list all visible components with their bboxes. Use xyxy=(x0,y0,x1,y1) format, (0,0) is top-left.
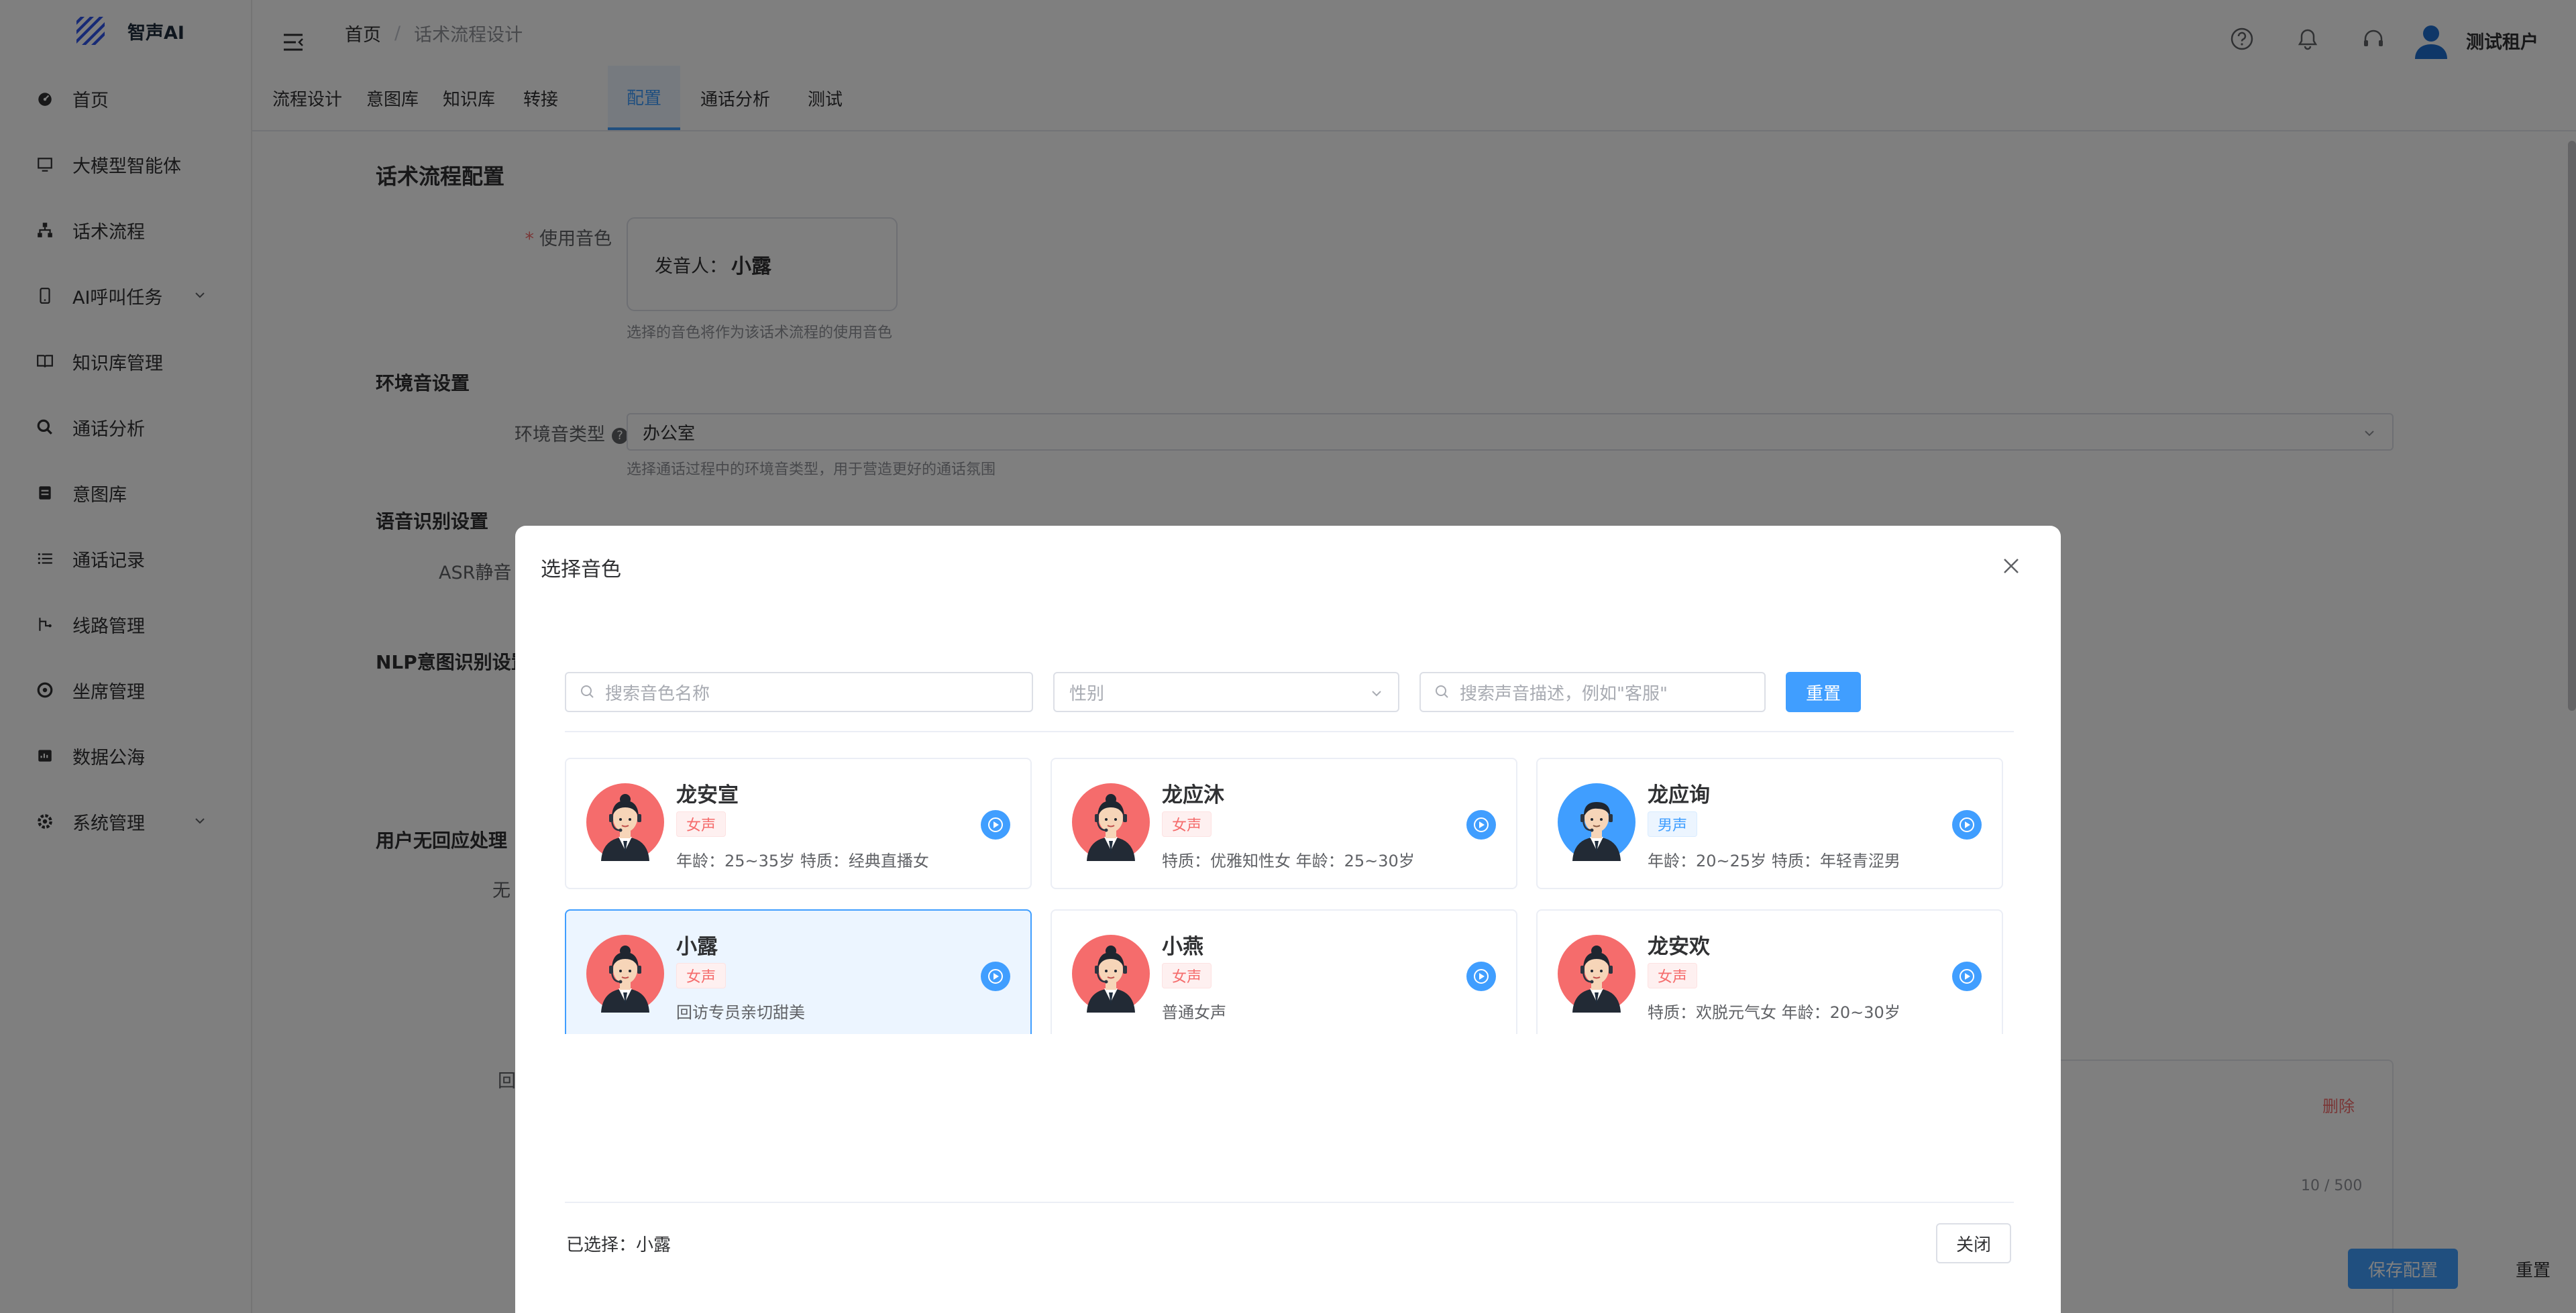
gender-tag: 男声 xyxy=(1648,811,1698,837)
voice-desc-placeholder: 搜索声音描述，例如"客服" xyxy=(1460,683,1668,704)
female-agent-avatar-icon xyxy=(1558,935,1635,1013)
voice-card[interactable]: 龙安宣女声年龄：25~35岁 特质：经典直播女 xyxy=(565,758,1032,889)
female-agent-avatar-icon xyxy=(1072,935,1150,1013)
voice-card-grid: 龙安昀男声特质：居家暖男 年龄：30~35岁龙应桃女声年龄：25~30岁 特质：… xyxy=(565,758,2008,1034)
gender-tag: 女声 xyxy=(1162,811,1212,837)
selected-voice-text: 已选择：小露 xyxy=(566,1231,671,1256)
divider xyxy=(565,731,2014,732)
voice-description: 年龄：25~35岁 特质：经典直播女 xyxy=(676,852,929,870)
voice-card[interactable]: 小露女声回访专员亲切甜美 xyxy=(565,909,1032,1034)
play-icon[interactable] xyxy=(1952,810,1982,840)
search-icon xyxy=(1436,685,1448,698)
chevron-down-icon xyxy=(1372,691,1381,697)
gender-select[interactable]: 性别 xyxy=(1053,672,1399,712)
voice-description: 年龄：20~25岁 特质：年轻青涩男 xyxy=(1648,852,1900,870)
search-icon xyxy=(581,685,594,698)
voice-card[interactable]: 龙安欢女声特质：欢脱元气女 年龄：20~30岁 xyxy=(1536,909,2003,1034)
gender-tag: 女声 xyxy=(1648,963,1698,988)
female-agent-avatar-icon xyxy=(586,783,664,861)
close-icon[interactable] xyxy=(2000,555,2022,577)
play-icon[interactable] xyxy=(981,962,1010,991)
voice-card[interactable]: 龙应沐女声特质：优雅知性女 年龄：25~30岁 xyxy=(1051,758,1517,889)
voice-desc-search-input[interactable]: 搜索声音描述，例如"客服" xyxy=(1419,672,1766,712)
voice-name: 龙应沐 xyxy=(1162,783,1224,807)
gender-tag: 女声 xyxy=(676,811,727,837)
male-agent-avatar-icon xyxy=(1558,783,1635,861)
voice-name: 小燕 xyxy=(1162,935,1203,959)
reset-filter-button[interactable]: 重置 xyxy=(1786,672,1861,712)
female-agent-avatar-icon xyxy=(1072,783,1150,861)
play-icon[interactable] xyxy=(1952,962,1982,991)
voice-description: 特质：优雅知性女 年龄：25~30岁 xyxy=(1162,852,1415,870)
voice-description: 特质：欢脱元气女 年龄：20~30岁 xyxy=(1648,1003,1900,1022)
voice-card[interactable]: 小燕 女声 普通女声 xyxy=(1051,909,1517,1034)
play-icon[interactable] xyxy=(981,810,1010,840)
selected-prefix: 已选择： xyxy=(566,1235,637,1255)
selected-value: 小露 xyxy=(636,1235,672,1255)
voice-card[interactable]: 龙应询男声年龄：20~25岁 特质：年轻青涩男 xyxy=(1536,758,2003,889)
voice-name: 龙应询 xyxy=(1648,783,1710,807)
voice-description: 回访专员亲切甜美 xyxy=(676,1003,805,1022)
gender-tag: 女声 xyxy=(676,963,727,988)
female-agent-avatar-icon xyxy=(586,935,664,1013)
close-button[interactable]: 关闭 xyxy=(1936,1223,2011,1263)
voice-description: 普通女声 xyxy=(1162,1003,1226,1022)
play-icon[interactable] xyxy=(1466,810,1496,840)
voice-name: 小露 xyxy=(676,935,718,959)
play-icon[interactable] xyxy=(1466,962,1496,991)
divider xyxy=(565,1202,2014,1203)
voice-name: 龙安欢 xyxy=(1648,935,1710,959)
gender-tag: 女声 xyxy=(1162,963,1212,988)
voice-name-search-input[interactable]: 搜索音色名称 xyxy=(565,672,1033,712)
dialog-title: 选择音色 xyxy=(541,558,621,581)
voice-name: 龙安宣 xyxy=(676,783,739,807)
voice-name-placeholder: 搜索音色名称 xyxy=(605,683,710,704)
gender-placeholder: 性别 xyxy=(1069,683,1105,704)
voice-select-dialog: 选择音色 搜索音色名称 性别 搜索声音描述，例如"客服" 重置 龙安昀男声特质：… xyxy=(515,526,2061,1313)
